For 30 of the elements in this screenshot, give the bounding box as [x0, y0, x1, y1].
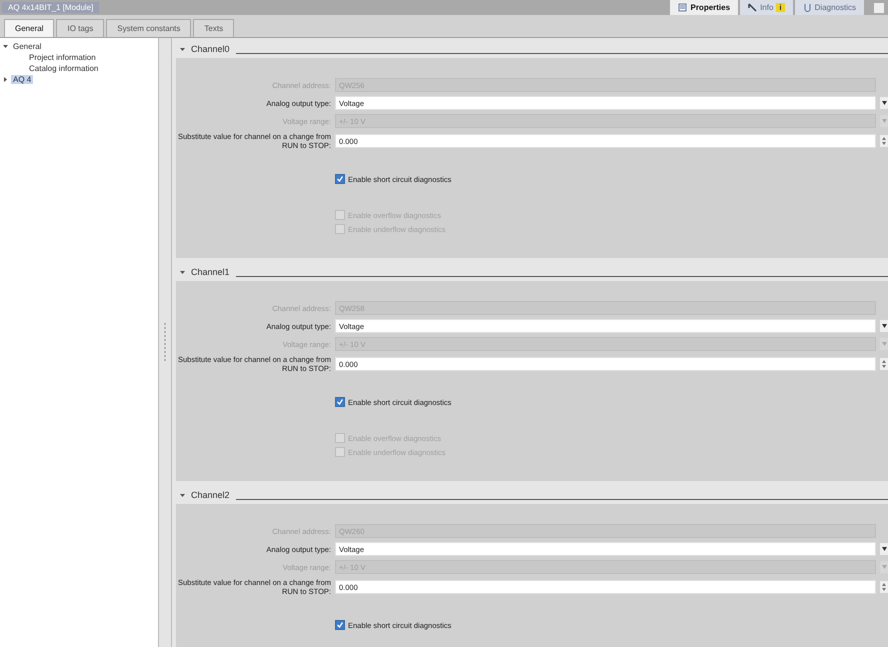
expanded-arrow-icon[interactable]	[180, 46, 185, 52]
tree-item[interactable]: Project information	[27, 53, 98, 62]
checkbox[interactable]	[335, 620, 345, 630]
collapsed-arrow-icon[interactable]	[3, 77, 8, 82]
spin-arrow-icon[interactable]	[880, 358, 888, 370]
section-title: Channel2	[191, 490, 230, 500]
section-title: Channel1	[191, 267, 230, 277]
window-button[interactable]	[874, 2, 884, 12]
inspector-tab[interactable]: Diagnostics	[794, 0, 864, 15]
tree-item[interactable]: AQ 4	[11, 75, 34, 84]
section-title: Channel0	[191, 44, 230, 54]
tab[interactable]: System constants	[106, 19, 192, 37]
tree-item[interactable]: General	[11, 42, 44, 51]
expanded-arrow-icon[interactable]	[180, 492, 185, 498]
expanded-arrow-icon[interactable]	[180, 270, 185, 274]
tree-item[interactable]: Catalog information	[27, 64, 100, 73]
properties-icon	[678, 3, 688, 12]
tab[interactable]: Texts	[193, 19, 234, 37]
spin-arrow-icon[interactable]	[880, 135, 888, 147]
tab[interactable]: IO tags	[56, 19, 104, 37]
inspector-tab[interactable]: Info i	[740, 0, 793, 15]
spin-arrow-icon[interactable]	[880, 581, 888, 593]
inspector-tab[interactable]: Properties	[670, 0, 738, 15]
window-title: AQ 4x14BIT_1 [Module]	[2, 2, 100, 13]
info-badge: i	[776, 3, 785, 12]
checkbox[interactable]	[335, 397, 345, 407]
checkbox[interactable]	[335, 174, 345, 184]
grip-icon[interactable]	[163, 322, 167, 362]
tab[interactable]: General	[4, 19, 54, 37]
expanded-arrow-icon[interactable]	[3, 44, 8, 49]
